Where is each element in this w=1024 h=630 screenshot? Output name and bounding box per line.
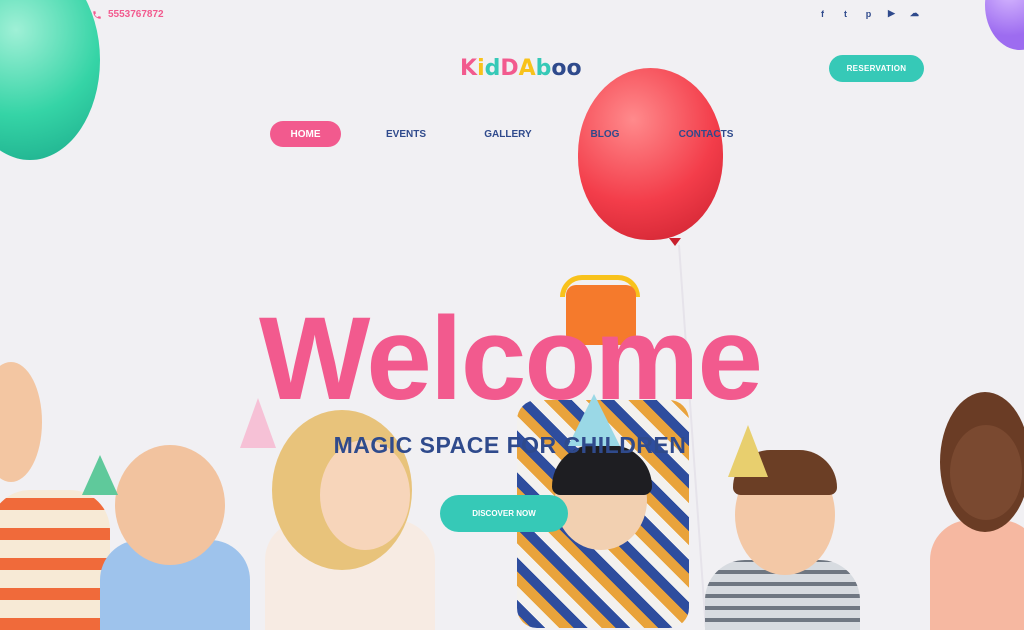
hero-subtitle: MAGIC SPACE FOR CHILDREN bbox=[333, 432, 687, 458]
kid-2-head bbox=[115, 445, 225, 565]
kid-2-party-hat bbox=[82, 455, 118, 495]
discover-now-button[interactable]: DISCOVER NOW bbox=[440, 495, 568, 532]
kid-1-body bbox=[0, 490, 110, 630]
kid-6-body bbox=[930, 520, 1024, 630]
kid-3-party-hat bbox=[240, 398, 276, 448]
kid-6-face bbox=[950, 425, 1022, 520]
kid-1-head bbox=[0, 362, 42, 482]
kid-5-party-hat bbox=[728, 425, 768, 477]
kids-photo bbox=[0, 0, 1024, 630]
